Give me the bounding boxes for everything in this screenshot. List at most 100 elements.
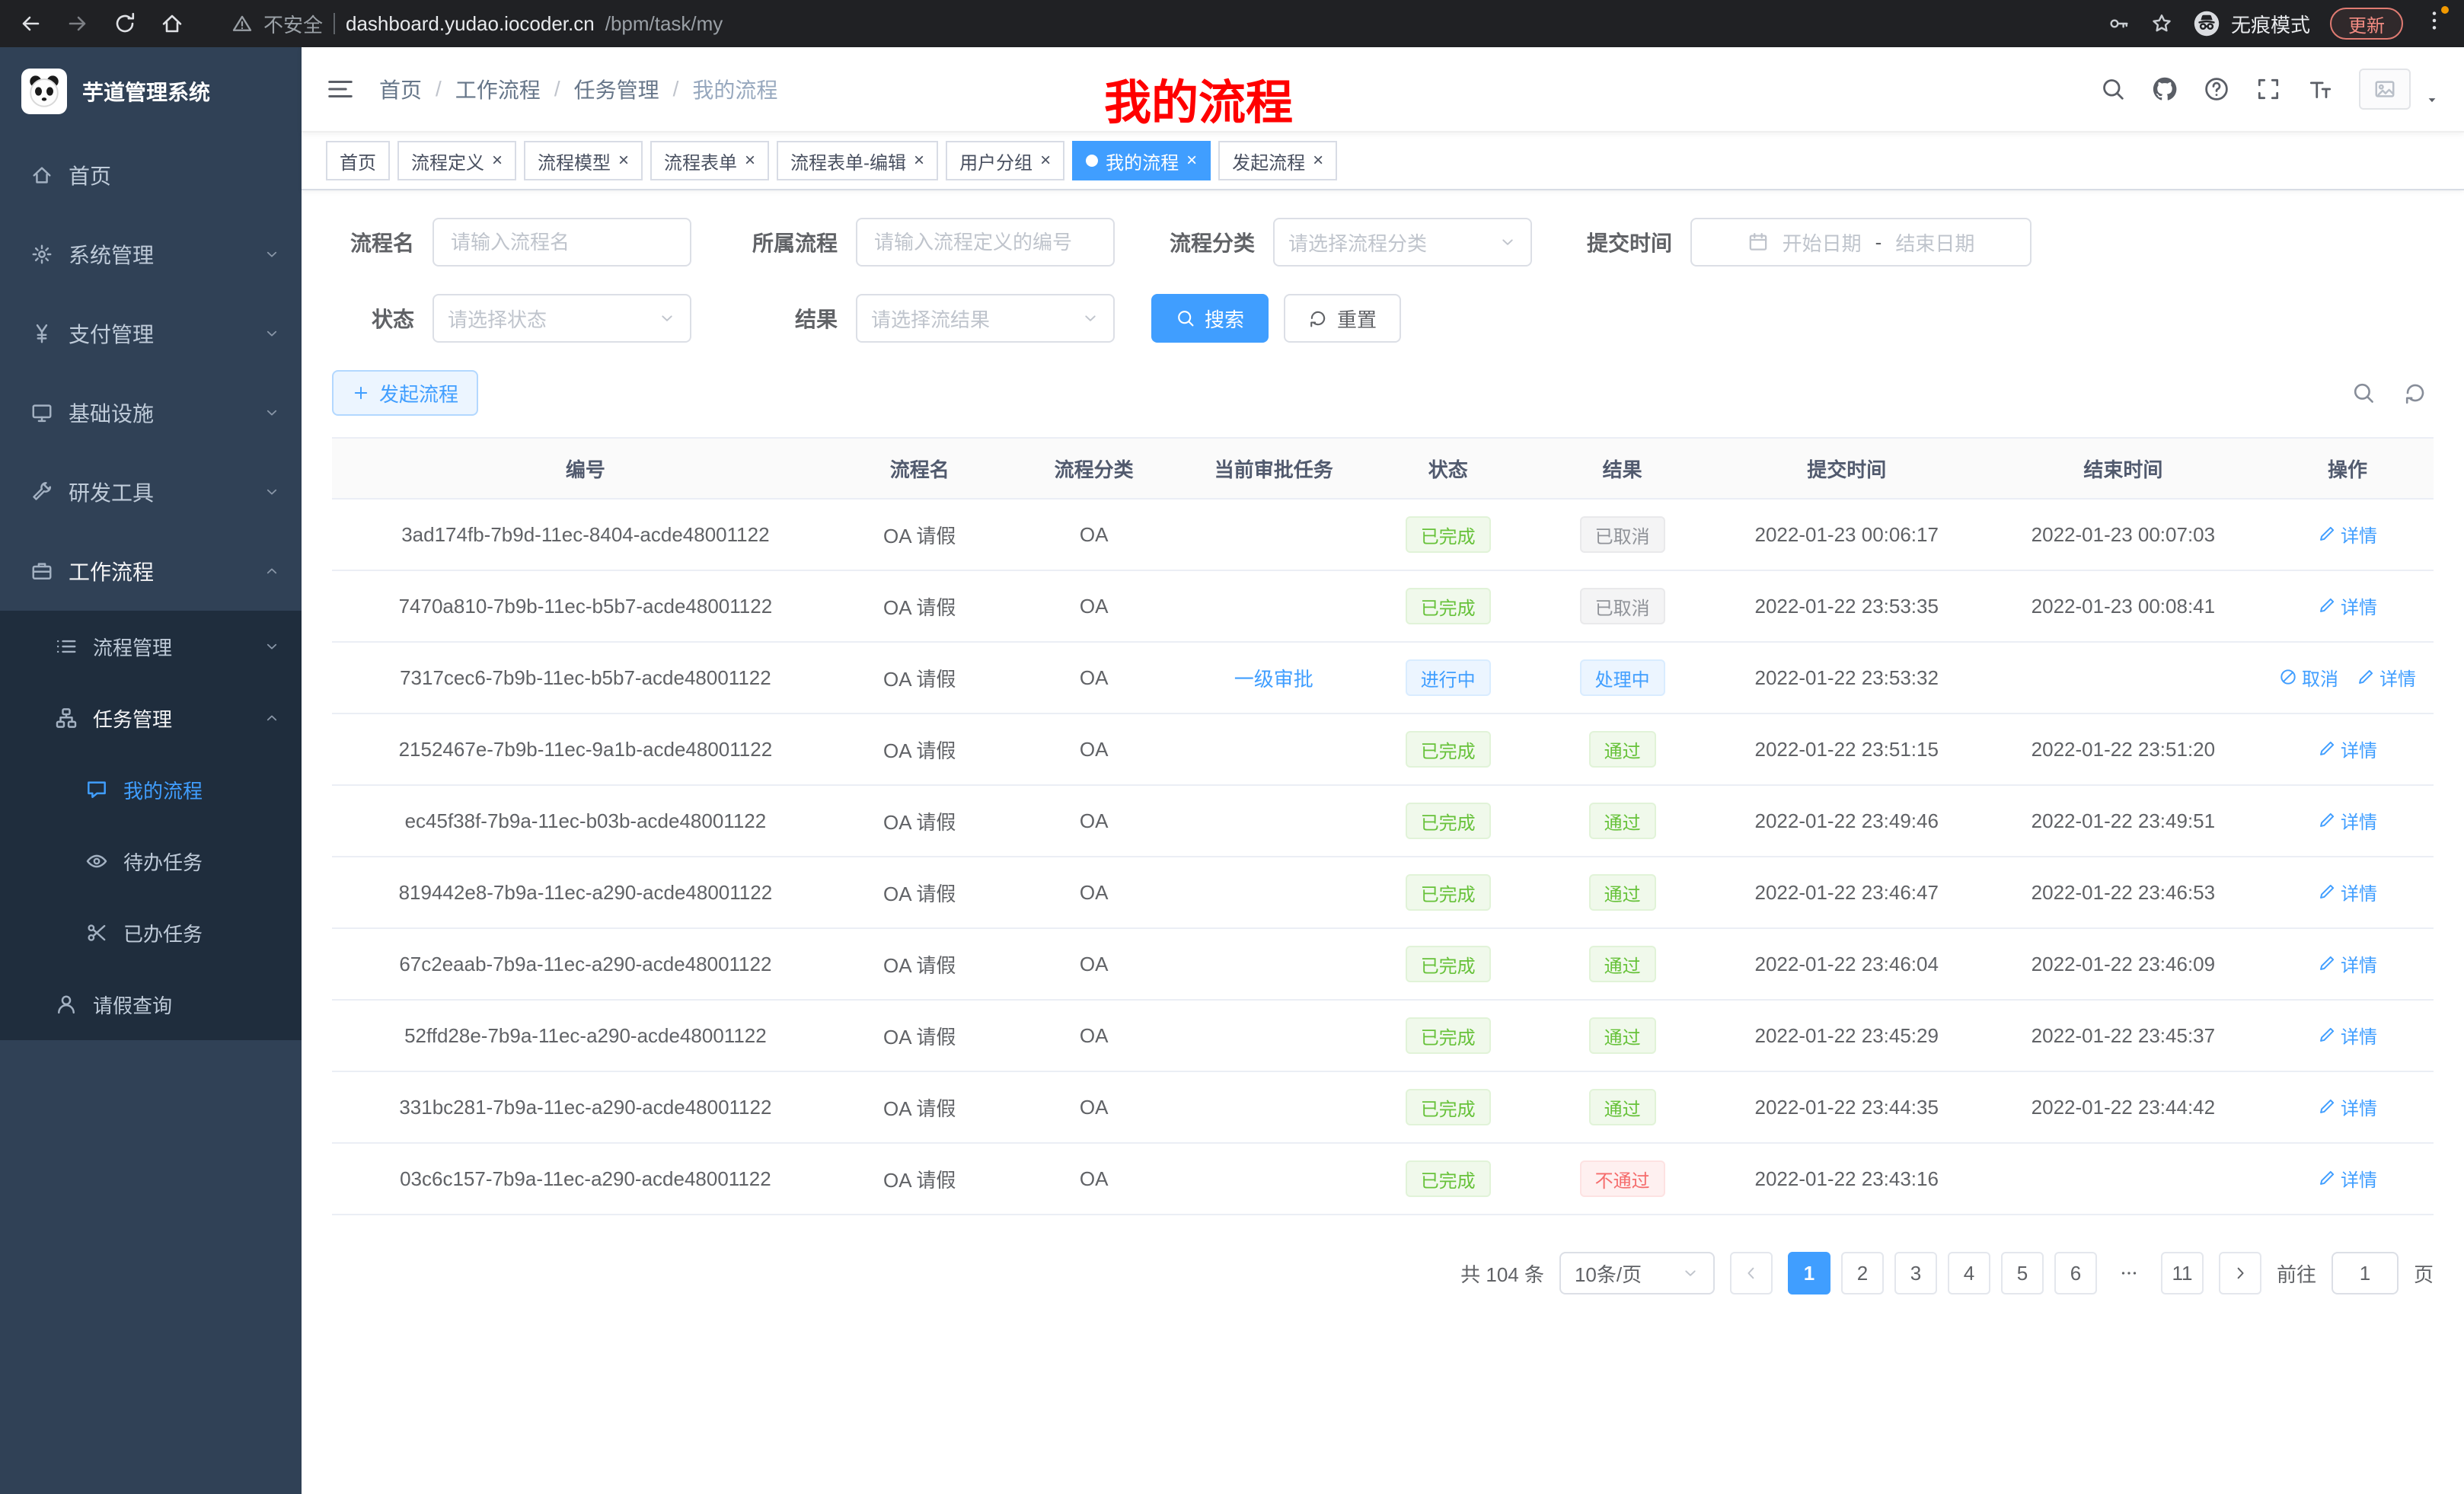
submit-time: 2022-01-22 23:53:32 [1709, 642, 1985, 713]
page-11-button[interactable]: 11 [2161, 1252, 2204, 1294]
page-3-button[interactable]: 3 [1894, 1252, 1937, 1294]
address-bar[interactable]: 不安全 dashboard.yudao.iocoder.cn/bpm/task/… [231, 10, 723, 38]
status-select[interactable]: 请选择状态 [432, 294, 691, 343]
detail-link[interactable]: 详情 [2318, 1093, 2377, 1120]
tab-process-definition[interactable]: 流程定义× [397, 141, 516, 180]
sidebar-toggle-icon[interactable] [326, 75, 355, 104]
password-key-icon[interactable] [2108, 12, 2130, 35]
sidebar-item-payment[interactable]: 支付管理 [0, 294, 302, 373]
result-badge: 处理中 [1580, 659, 1665, 696]
table-row[interactable]: 67c2eaab-7b9a-11ec-a290-acde48001122OA 请… [332, 928, 2434, 1000]
submit-time-range[interactable]: 开始日期 - 结束日期 [1690, 218, 2032, 267]
goto-page-input[interactable] [2332, 1252, 2399, 1294]
detail-link[interactable]: 详情 [2318, 950, 2377, 977]
search-button[interactable]: 搜索 [1151, 294, 1269, 343]
sidebar-item-done-tasks[interactable]: 已办任务 [0, 897, 302, 969]
tab-home[interactable]: 首页 [326, 141, 390, 180]
breadcrumb-item[interactable]: 工作流程 [455, 74, 541, 104]
browser-home-icon[interactable] [160, 11, 184, 36]
sidebar-item-home[interactable]: 首页 [0, 136, 302, 215]
fullscreen-icon[interactable] [2255, 76, 2281, 102]
github-icon[interactable] [2152, 76, 2178, 102]
close-icon[interactable]: × [492, 152, 503, 170]
close-icon[interactable]: × [914, 152, 924, 170]
sidebar-item-process-mgmt[interactable]: 流程管理 [0, 611, 302, 682]
tab-process-form[interactable]: 流程表单× [650, 141, 769, 180]
process-name-input[interactable] [432, 218, 691, 267]
table-row[interactable]: 03c6c157-7b9a-11ec-a290-acde48001122OA 请… [332, 1143, 2434, 1215]
tab-start-process[interactable]: 发起流程× [1218, 141, 1337, 180]
create-process-button[interactable]: 发起流程 [332, 370, 478, 416]
detail-link[interactable]: 详情 [2318, 736, 2377, 762]
browser-menu-icon[interactable] [2423, 9, 2446, 38]
reset-button[interactable]: 重置 [1284, 294, 1401, 343]
detail-link[interactable]: 详情 [2318, 592, 2377, 619]
detail-link[interactable]: 详情 [2318, 807, 2377, 834]
refresh-table-icon[interactable] [2403, 381, 2427, 405]
breadcrumb-item[interactable]: 首页 [379, 74, 422, 104]
font-size-icon[interactable] [2307, 76, 2333, 102]
sidebar-item-workflow[interactable]: 工作流程 [0, 532, 302, 611]
sidebar-item-task-mgmt[interactable]: 任务管理 [0, 682, 302, 754]
breadcrumb-item[interactable]: 任务管理 [574, 74, 659, 104]
detail-link[interactable]: 详情 [2318, 521, 2377, 547]
avatar-caret-icon[interactable] [2424, 92, 2440, 107]
detail-link[interactable]: 详情 [2318, 1165, 2377, 1192]
table-row[interactable]: 7317cec6-7b9b-11ec-b5b7-acde48001122OA 请… [332, 642, 2434, 713]
close-icon[interactable]: × [1186, 152, 1197, 170]
grid-icon [55, 707, 78, 729]
process-def-input[interactable] [856, 218, 1115, 267]
approval-task-link[interactable]: 一级审批 [1234, 668, 1313, 691]
edit-icon [2318, 1169, 2336, 1187]
forward-icon[interactable] [65, 11, 90, 36]
search-icon[interactable] [2100, 76, 2126, 102]
help-icon[interactable] [2204, 76, 2229, 102]
bookmark-star-icon[interactable] [2150, 12, 2173, 35]
table-row[interactable]: 3ad174fb-7b9d-11ec-8404-acde48001122OA 请… [332, 499, 2434, 570]
sidebar-item-devtools[interactable]: 研发工具 [0, 452, 302, 532]
tab-user-group[interactable]: 用户分组× [946, 141, 1064, 180]
table-row[interactable]: 7470a810-7b9b-11ec-b5b7-acde48001122OA 请… [332, 570, 2434, 642]
category-select[interactable]: 请选择流程分类 [1273, 218, 1532, 267]
update-button[interactable]: 更新 [2330, 8, 2403, 40]
page-2-button[interactable]: 2 [1841, 1252, 1884, 1294]
tab-my-process[interactable]: 我的流程× [1072, 141, 1211, 180]
back-icon[interactable] [18, 11, 43, 36]
table-row[interactable]: ec45f38f-7b9a-11ec-b03b-acde48001122OA 请… [332, 785, 2434, 857]
detail-link[interactable]: 详情 [2357, 664, 2416, 691]
detail-link[interactable]: 详情 [2318, 1022, 2377, 1049]
page-size-select[interactable]: 10条/页 [1559, 1252, 1715, 1294]
page-1-button[interactable]: 1 [1788, 1252, 1830, 1294]
avatar[interactable] [2359, 69, 2411, 110]
prev-page-button[interactable] [1730, 1252, 1773, 1294]
tab-process-model[interactable]: 流程模型× [524, 141, 643, 180]
detail-link[interactable]: 详情 [2318, 879, 2377, 905]
page-4-button[interactable]: 4 [1948, 1252, 1990, 1294]
toggle-search-icon[interactable] [2351, 381, 2376, 405]
table-row[interactable]: 819442e8-7b9a-11ec-a290-acde48001122OA 请… [332, 857, 2434, 928]
logo[interactable]: 芋道管理系统 [0, 47, 302, 136]
sidebar-item-todo-tasks[interactable]: 待办任务 [0, 825, 302, 897]
page-5-button[interactable]: 5 [2001, 1252, 2044, 1294]
more-pages-button[interactable] [2108, 1252, 2150, 1294]
close-icon[interactable]: × [745, 152, 755, 170]
search-icon [1176, 308, 1195, 328]
sidebar-item-my-process[interactable]: 我的流程 [0, 754, 302, 825]
cancel-link[interactable]: 取消 [2279, 664, 2338, 691]
edit-icon [2318, 596, 2336, 615]
sidebar-item-system[interactable]: 系统管理 [0, 215, 302, 294]
sidebar-item-infrastructure[interactable]: 基础设施 [0, 373, 302, 452]
page-6-button[interactable]: 6 [2054, 1252, 2097, 1294]
tab-process-form-edit[interactable]: 流程表单-编辑× [777, 141, 938, 180]
reload-icon[interactable] [113, 11, 137, 36]
result-select[interactable]: 请选择流结果 [856, 294, 1115, 343]
close-icon[interactable]: × [618, 152, 629, 170]
close-icon[interactable]: × [1313, 152, 1323, 170]
table-row[interactable]: 2152467e-7b9b-11ec-9a1b-acde48001122OA 请… [332, 713, 2434, 785]
process-category: OA [1001, 570, 1188, 642]
table-row[interactable]: 331bc281-7b9a-11ec-a290-acde48001122OA 请… [332, 1071, 2434, 1143]
table-row[interactable]: 52ffd28e-7b9a-11ec-a290-acde48001122OA 请… [332, 1000, 2434, 1071]
next-page-button[interactable] [2219, 1252, 2261, 1294]
close-icon[interactable]: × [1040, 152, 1051, 170]
sidebar-item-leave-query[interactable]: 请假查询 [0, 969, 302, 1040]
